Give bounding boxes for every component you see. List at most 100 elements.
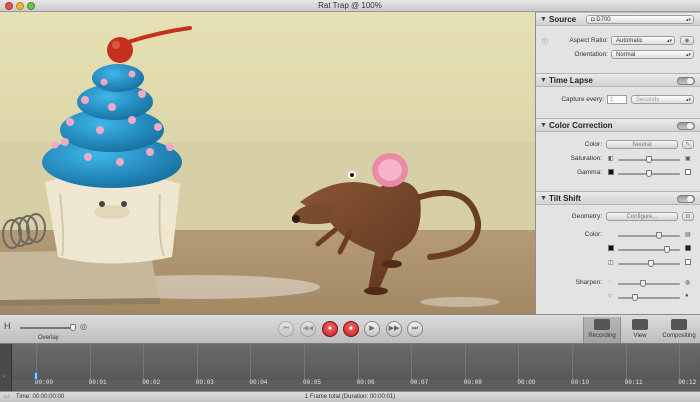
color-correction-title: Color Correction	[549, 121, 613, 130]
slider-knob[interactable]	[632, 294, 638, 301]
timeline-tick	[518, 344, 520, 380]
capture-unit-value: Seconds	[636, 97, 660, 103]
rewind-icon[interactable]: ⏮	[278, 321, 294, 337]
fast-forward-icon[interactable]: ⏭	[407, 321, 423, 337]
tilt-color-slider-1[interactable]	[618, 232, 680, 239]
time-lapse-section-header[interactable]: ▼ Time Lapse	[536, 73, 700, 87]
popup-arrows-icon: ▴▾	[685, 97, 691, 103]
gamma-label: Gamma:	[577, 169, 602, 176]
timeline-tick-label: 00:08	[463, 379, 482, 386]
time-lapse-toggle[interactable]	[677, 77, 695, 85]
bottom-toolbar: H ◎ Overlay ⏮ ◀◀ ● ● ▶ ▶▶ ⏭ Recording Vi…	[0, 314, 700, 344]
status-bar: ▭ Time: 00:00:00:00 1 Frame total (Durat…	[0, 391, 700, 402]
time-lapse-title: Time Lapse	[549, 76, 593, 85]
popup-arrows-icon: ▴▾	[685, 52, 691, 58]
popup-arrows-icon: ▴▾	[685, 17, 691, 23]
color-neutral-button[interactable]: Neutral	[606, 140, 678, 149]
saturation-slider[interactable]	[618, 156, 680, 163]
gamma-light-icon	[685, 169, 691, 175]
geometry-label: Geometry:	[571, 213, 602, 220]
record-multiple-icon[interactable]: ●	[343, 321, 359, 337]
sharpen-label: Sharpen:	[575, 279, 602, 286]
eye-icon[interactable]: ◉	[680, 36, 694, 45]
timeline[interactable]: ◦ 00:00 00:01 00:02 00:03 00:04 00:05 00:06 00:…	[0, 344, 700, 391]
timeline-tick-label: 00:11	[624, 379, 643, 386]
zoom-icon[interactable]: ◦	[3, 374, 5, 380]
tilt-shift-toggle[interactable]	[677, 195, 695, 203]
overlay-options-icon[interactable]: ◎	[80, 322, 87, 331]
capture-every-label: Capture every:	[561, 96, 604, 103]
playhead[interactable]	[34, 372, 38, 380]
source-camera-popup[interactable]: ◘ D700 ▴▾	[586, 15, 694, 24]
sharpen-low-icon: ◌	[608, 279, 612, 285]
slider-knob[interactable]	[664, 246, 670, 253]
timeline-tick	[357, 344, 359, 380]
slider-knob[interactable]	[648, 260, 654, 267]
overlay-label: Overlay	[38, 335, 59, 341]
timeline-tick	[411, 344, 413, 380]
timeline-tick	[250, 344, 252, 380]
preview-image	[0, 12, 535, 314]
saturation-label: Saturation:	[570, 155, 602, 162]
step-back-icon[interactable]: ◀◀	[300, 321, 316, 337]
color-correction-section-header[interactable]: ▼ Color Correction	[536, 118, 700, 132]
play-icon[interactable]: ▶	[364, 321, 380, 337]
gamma-slider[interactable]	[618, 170, 680, 177]
slider-knob[interactable]	[70, 324, 76, 331]
view-tab[interactable]: View	[621, 317, 659, 343]
slider-knob[interactable]	[640, 280, 646, 287]
record-icon[interactable]: ●	[322, 321, 338, 337]
timeline-tick	[143, 344, 145, 380]
blur-low-icon: ○	[608, 293, 612, 299]
timeline-tick-label: 00:01	[88, 379, 107, 386]
timeline-gutter: ◦	[0, 344, 12, 391]
tilt-color-slider-3[interactable]	[618, 260, 680, 267]
timeline-track[interactable]	[12, 344, 700, 380]
orientation-popup[interactable]: Normal ▴▾	[611, 50, 694, 59]
compositing-icon	[671, 319, 687, 330]
title-bar: Rat Trap @ 100%	[0, 0, 700, 12]
disclosure-triangle-icon[interactable]: ▼	[540, 195, 547, 202]
timeline-tick-label: 00:03	[195, 379, 214, 386]
disclosure-triangle-icon[interactable]: ▼	[540, 16, 547, 23]
slider-knob[interactable]	[646, 156, 652, 163]
capture-every-field[interactable]: 1	[607, 95, 627, 104]
sharpen-slider-2[interactable]	[618, 294, 680, 301]
info-icon[interactable]: ⓘ	[542, 37, 548, 46]
timeline-tick-label: 00:07	[410, 379, 429, 386]
saturation-high-icon: ▣	[685, 156, 691, 162]
capture-unit-popup[interactable]: Seconds ▴▾	[631, 95, 694, 104]
timeline-tick-label: 00:04	[249, 379, 268, 386]
sharpen-high-icon: ◍	[685, 280, 691, 286]
color-light-icon	[685, 259, 691, 265]
disclosure-triangle-icon[interactable]: ▼	[540, 77, 547, 84]
configure-button[interactable]: Configure...	[606, 212, 678, 221]
tilt-color-slider-2[interactable]	[618, 246, 680, 253]
orientation-label: Orientation:	[574, 51, 608, 58]
tilt-shift-title: Tilt Shift	[549, 194, 581, 203]
onion-skin-icon: H	[4, 321, 11, 331]
slider-knob[interactable]	[656, 232, 662, 239]
sharpen-slider-1[interactable]	[618, 280, 680, 287]
color-label: Color:	[584, 141, 602, 148]
color-correction-toggle[interactable]	[677, 122, 695, 130]
timeline-tick	[89, 344, 91, 380]
saturation-low-icon: ◧	[608, 156, 614, 162]
timeline-tick-label: 00:05	[303, 379, 322, 386]
recording-tab[interactable]: Recording	[583, 317, 621, 343]
inspector-panel: ▼ Source ◘ D700 ▴▾ ⓘ Aspect Ratio: Automa…	[535, 12, 700, 314]
timeline-tick-label: 00:10	[571, 379, 590, 386]
color-high-icon: ▤	[685, 232, 691, 238]
overlay-slider[interactable]	[20, 324, 76, 331]
slider-knob[interactable]	[646, 170, 652, 177]
live-view-preview[interactable]	[0, 12, 535, 314]
eyedropper-icon[interactable]: ✎	[682, 140, 694, 149]
compositing-tab[interactable]: Compositing	[660, 317, 698, 343]
disclosure-triangle-icon[interactable]: ▼	[540, 122, 547, 129]
tilt-shift-section-header[interactable]: ▼ Tilt Shift	[536, 191, 700, 205]
settings-icon[interactable]: ⚙	[682, 212, 694, 221]
step-forward-icon[interactable]: ▶▶	[386, 321, 402, 337]
aspect-ratio-popup[interactable]: Automatic ▴▾	[611, 36, 675, 45]
source-section-header[interactable]: ▼ Source ◘ D700 ▴▾	[536, 12, 700, 26]
tilt-color-label: Color:	[584, 231, 602, 238]
